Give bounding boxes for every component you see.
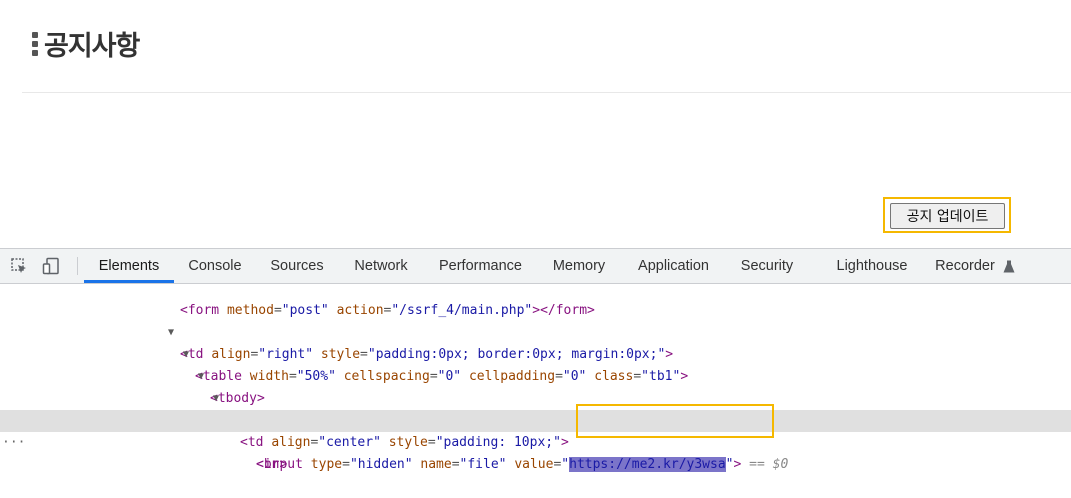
toolbar-separator: [77, 257, 78, 275]
elements-dom-tree: <form method="post" action="/ssrf_4/main…: [0, 284, 1071, 472]
notice-update-button[interactable]: 공지 업데이트: [890, 203, 1005, 229]
dom-line[interactable]: <form method="post" action="/ssrf_4/main…: [0, 278, 1071, 318]
device-toolbar-icon[interactable]: [42, 257, 60, 275]
dom-line[interactable]: <br>: [0, 432, 1071, 472]
dom-line-text: <input type="hidden" name="file" value="…: [256, 457, 789, 472]
dom-line[interactable]: ▼ <table width="50%" cellspacing="0" cel…: [0, 322, 1071, 384]
dom-line[interactable]: ▼ <td align="center" style="padding: 10p…: [0, 388, 1071, 450]
selected-url: https://me2.kr/y3wsa: [569, 457, 726, 472]
dom-line-text: <br>: [256, 457, 288, 472]
dom-line-selected[interactable]: ··· <input type="hidden" name="file" val…: [0, 410, 1071, 472]
dom-line[interactable]: ▼ <tr>: [0, 366, 1071, 428]
flask-icon: [1003, 260, 1015, 273]
page-divider: [22, 92, 1071, 93]
title-bullet-icon: [32, 31, 38, 56]
page-title: 공지사항: [44, 31, 140, 62]
selected-marker: == $0: [749, 457, 789, 472]
devtools-panel: Elements Console Sources Network Perform…: [0, 248, 1071, 472]
title-wrap: 공지사항: [32, 24, 140, 63]
dom-line[interactable]: ▼ <tbody>: [0, 344, 1071, 406]
inspect-element-icon[interactable]: [10, 257, 28, 275]
page-area: 공지사항 공지 업데이트: [0, 0, 1071, 248]
url-highlight-box: [576, 404, 774, 438]
dom-line[interactable]: ▼ <td align="right" style="padding:0px; …: [0, 300, 1071, 362]
